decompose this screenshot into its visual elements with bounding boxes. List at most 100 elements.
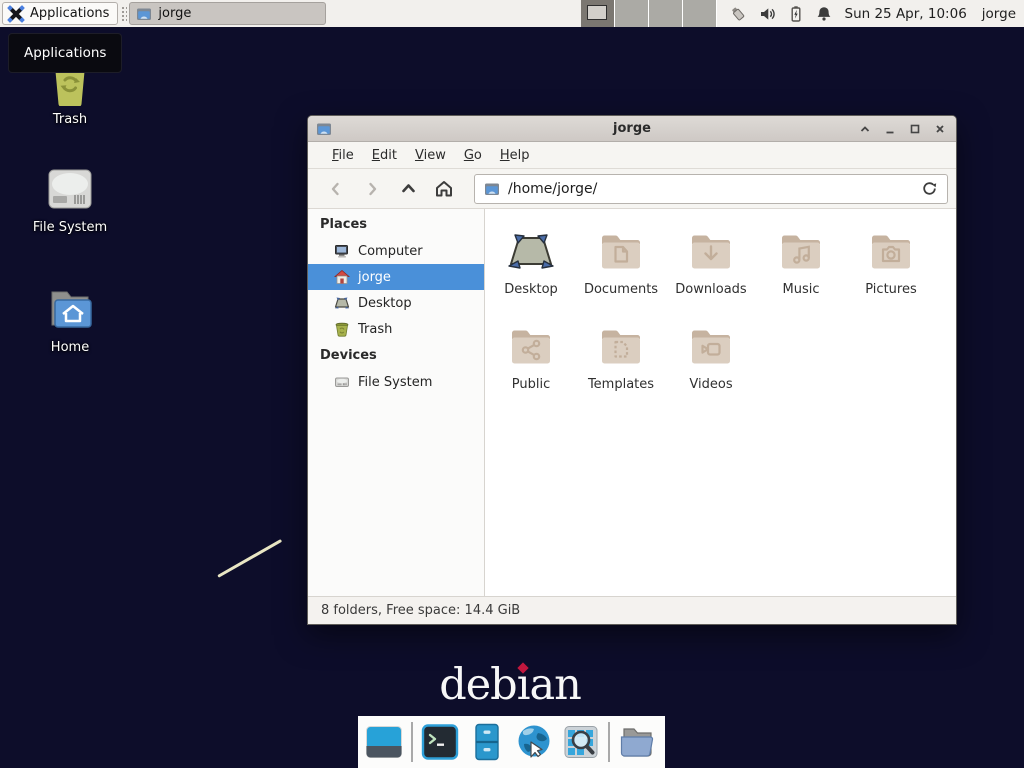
web-browser-icon[interactable] bbox=[514, 722, 554, 762]
workspace-4[interactable] bbox=[683, 0, 717, 27]
folder-label: Templates bbox=[576, 377, 666, 392]
sidebar-item-desktop[interactable]: Desktop bbox=[308, 290, 484, 316]
up-button[interactable] bbox=[394, 175, 422, 203]
terminal-icon[interactable] bbox=[420, 722, 460, 762]
sidebar: Places Computer bbox=[308, 209, 485, 597]
menu-bar: File Edit View Go Help bbox=[308, 142, 956, 169]
folder-item-music[interactable]: Music bbox=[756, 223, 846, 297]
sidebar-item-label: File System bbox=[358, 375, 432, 390]
sidebar-item-jorge[interactable]: jorge bbox=[308, 264, 484, 290]
workspace-3[interactable] bbox=[649, 0, 683, 27]
file-cabinet-icon[interactable] bbox=[467, 722, 507, 762]
menu-help[interactable]: Help bbox=[491, 144, 539, 167]
toolbar: /home/jorge/ bbox=[308, 169, 956, 209]
forward-button[interactable] bbox=[358, 175, 386, 203]
sidebar-item-filesystem[interactable]: File System bbox=[308, 369, 484, 395]
applications-menu-button[interactable]: Applications bbox=[2, 2, 118, 25]
minimize-window-icon[interactable] bbox=[884, 123, 896, 135]
folder-label: Public bbox=[486, 377, 576, 392]
folder-item-documents[interactable]: Documents bbox=[576, 223, 666, 297]
menu-view[interactable]: View bbox=[406, 144, 455, 167]
home-icon bbox=[434, 179, 454, 198]
home-icon bbox=[334, 269, 350, 285]
folder-view[interactable]: Desktop Documents bbox=[485, 209, 956, 597]
folder-item-videos[interactable]: Videos bbox=[666, 318, 756, 392]
videos-folder-icon bbox=[687, 322, 735, 370]
path-input[interactable]: /home/jorge/ bbox=[508, 181, 913, 197]
window-titlebar[interactable]: jorge bbox=[308, 116, 956, 142]
templates-folder-icon bbox=[597, 322, 645, 370]
app-finder-icon[interactable] bbox=[561, 722, 601, 762]
taskbar-window-button[interactable]: jorge bbox=[129, 2, 326, 25]
close-window-icon[interactable] bbox=[934, 123, 946, 135]
folder-item-downloads[interactable]: Downloads bbox=[666, 223, 756, 297]
desktop-icon-home[interactable]: Home bbox=[20, 280, 120, 355]
folder-item-pictures[interactable]: Pictures bbox=[846, 223, 936, 297]
workspace-pager bbox=[581, 0, 717, 27]
music-folder-icon bbox=[777, 227, 825, 275]
reload-icon[interactable] bbox=[921, 180, 938, 197]
workspace-2[interactable] bbox=[615, 0, 649, 27]
downloads-folder-icon bbox=[687, 227, 735, 275]
dock-separator bbox=[608, 722, 610, 762]
folder-item-desktop[interactable]: Desktop bbox=[486, 223, 576, 297]
menu-go[interactable]: Go bbox=[455, 144, 491, 167]
panel-clock[interactable]: Sun 25 Apr, 10:06 bbox=[845, 6, 967, 22]
desktop: Applications jorge bbox=[0, 0, 1024, 768]
sidebar-item-label: jorge bbox=[358, 270, 391, 285]
top-panel: Applications jorge bbox=[0, 0, 1024, 27]
home-button[interactable] bbox=[430, 175, 458, 203]
sidebar-item-label: Computer bbox=[358, 244, 423, 259]
chevron-left-icon bbox=[328, 181, 344, 197]
folder-item-templates[interactable]: Templates bbox=[576, 318, 666, 392]
taskbar-window-label: jorge bbox=[158, 6, 191, 21]
desktop-icon bbox=[507, 227, 555, 275]
folder-label: Music bbox=[756, 282, 846, 297]
sidebar-places-header: Places bbox=[308, 211, 484, 238]
volume-icon[interactable] bbox=[759, 5, 777, 23]
file-manager-icon[interactable] bbox=[617, 722, 657, 762]
back-button[interactable] bbox=[322, 175, 350, 203]
system-tray bbox=[729, 5, 833, 23]
show-desktop-icon[interactable] bbox=[364, 722, 404, 762]
notifications-bell-icon[interactable] bbox=[815, 5, 833, 23]
menu-file[interactable]: File bbox=[323, 144, 363, 167]
applications-icon bbox=[7, 5, 25, 23]
folder-item-public[interactable]: Public bbox=[486, 318, 576, 392]
sidebar-item-label: Trash bbox=[358, 322, 392, 337]
desktop-icon-filesystem[interactable]: File System bbox=[20, 160, 120, 235]
debian-logo-text: deb bbox=[439, 660, 517, 710]
status-text: 8 folders, Free space: 14.4 GiB bbox=[321, 603, 520, 618]
applications-tooltip: Applications bbox=[8, 33, 122, 73]
workspace-1[interactable] bbox=[581, 0, 615, 27]
panel-handle[interactable] bbox=[120, 5, 127, 23]
debian-logo-text: an bbox=[529, 660, 580, 710]
desktop-icon-label: File System bbox=[20, 220, 120, 235]
dock-panel bbox=[358, 716, 665, 768]
file-manager-window: jorge File Edit View Go Help bbox=[307, 115, 957, 625]
maximize-window-icon[interactable] bbox=[909, 123, 921, 135]
desktop-icon bbox=[334, 295, 350, 311]
chevron-up-icon bbox=[400, 180, 417, 197]
dock-separator bbox=[411, 722, 413, 762]
hard-drive-icon bbox=[334, 374, 350, 390]
hard-drive-icon bbox=[46, 164, 94, 214]
pictures-folder-icon bbox=[867, 227, 915, 275]
status-bar: 8 folders, Free space: 14.4 GiB bbox=[308, 596, 956, 624]
folder-label: Downloads bbox=[666, 282, 756, 297]
removable-media-icon[interactable] bbox=[729, 5, 749, 23]
home-folder-icon bbox=[44, 284, 96, 334]
desktop-icon-label: Trash bbox=[20, 112, 120, 127]
folder-icon bbox=[136, 6, 152, 22]
folder-icon bbox=[484, 181, 500, 197]
location-bar[interactable]: /home/jorge/ bbox=[474, 174, 948, 204]
debian-logo: debıan bbox=[410, 660, 610, 710]
chevron-right-icon bbox=[364, 181, 380, 197]
folder-label: Desktop bbox=[486, 282, 576, 297]
menu-edit[interactable]: Edit bbox=[363, 144, 406, 167]
shade-window-icon[interactable] bbox=[859, 123, 871, 135]
sidebar-item-trash[interactable]: Trash bbox=[308, 316, 484, 342]
sidebar-item-computer[interactable]: Computer bbox=[308, 238, 484, 264]
cursor-trail-line bbox=[217, 539, 282, 578]
battery-icon[interactable] bbox=[787, 5, 805, 23]
